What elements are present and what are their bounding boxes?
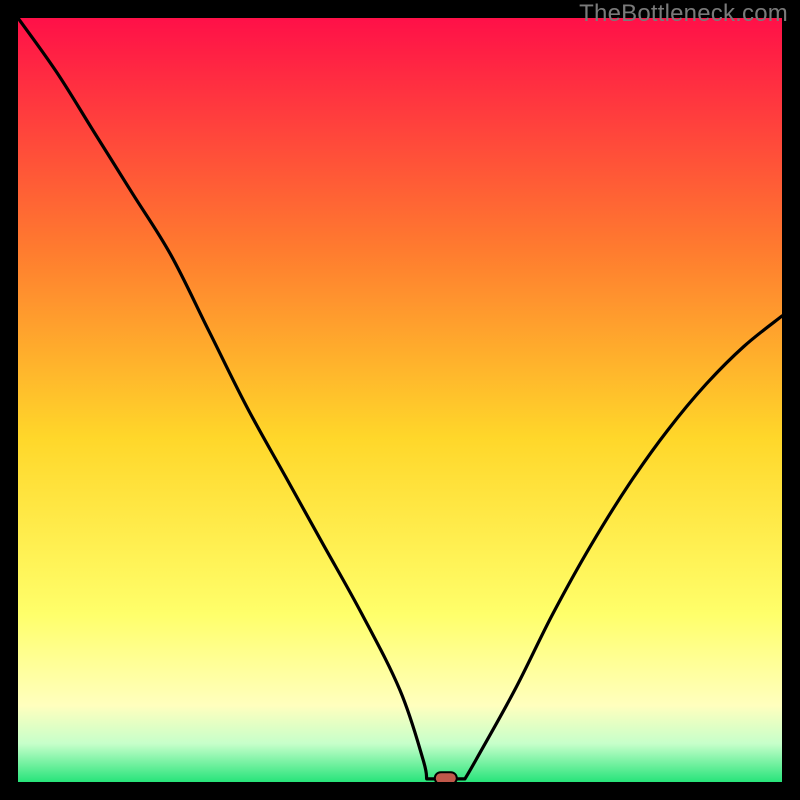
attribution-text: TheBottleneck.com: [579, 0, 788, 28]
gradient-background: [18, 18, 782, 782]
plot-area: [18, 18, 782, 782]
outer-frame: TheBottleneck.com: [0, 0, 800, 800]
optimal-marker: [435, 772, 457, 782]
chart-svg: [18, 18, 782, 782]
